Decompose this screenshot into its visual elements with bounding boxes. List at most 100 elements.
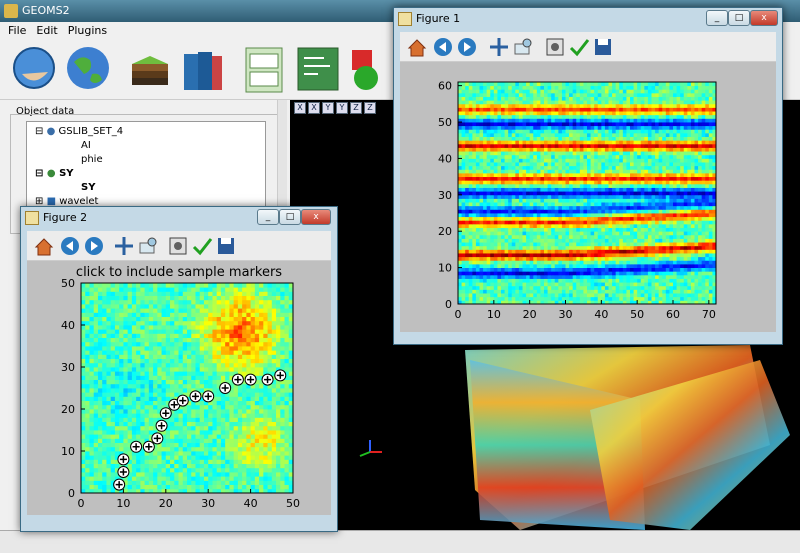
globe-icon[interactable]	[64, 44, 112, 94]
heatmap-cell	[533, 129, 538, 134]
heatmap-cell	[587, 205, 591, 210]
view-x-button[interactable]: X	[308, 102, 320, 114]
forward-arrow-icon[interactable]	[83, 235, 105, 257]
heatmap-cell	[486, 293, 491, 298]
heatmap-cell	[597, 249, 602, 254]
tree-leaf[interactable]: SY	[81, 182, 95, 193]
heatmap-cell	[522, 176, 527, 181]
heatmap-cell	[89, 484, 95, 490]
books-icon[interactable]	[178, 44, 226, 94]
menu-plugins[interactable]: Plugins	[68, 24, 107, 38]
home-icon[interactable]	[406, 36, 428, 58]
view-y-button[interactable]: Y	[336, 102, 348, 114]
save-icon[interactable]	[215, 235, 237, 257]
minimize-button[interactable]: _	[706, 10, 728, 26]
heatmap-cell	[106, 467, 112, 473]
heatmap-cell	[493, 96, 498, 101]
heatmap-cell	[633, 125, 638, 130]
heatmap-cell	[97, 463, 103, 469]
heatmap-cell	[157, 451, 162, 456]
heatmap-cell	[604, 143, 609, 148]
tree-node[interactable]: ⊟ ● GSLIB_SET_4	[35, 126, 123, 137]
heatmap-cell	[569, 267, 574, 272]
heatmap-cell	[590, 293, 595, 298]
menu-file[interactable]: File	[8, 24, 26, 38]
heatmap-cell	[493, 103, 498, 108]
heatmap-cell	[208, 476, 213, 481]
figure2-canvas[interactable]: click to include sample markers 0 10 20 30 4…	[27, 261, 331, 515]
heatmap-cell	[619, 187, 624, 192]
tree-node[interactable]: ⊟ ● SY	[35, 168, 74, 179]
tree-leaf[interactable]: phie	[81, 154, 103, 165]
heatmap-cell	[490, 260, 495, 265]
heatmap-cell	[615, 296, 620, 301]
checkmark-icon[interactable]	[568, 36, 590, 58]
close-button[interactable]: x	[301, 209, 331, 225]
forward-arrow-icon[interactable]	[456, 36, 478, 58]
heatmap-cell	[651, 205, 656, 210]
heatmap-cell	[536, 136, 541, 141]
view-x-button[interactable]: X	[294, 102, 306, 114]
heatmap-cell	[203, 451, 209, 456]
heatmap-cell	[547, 136, 552, 141]
heatmap-cell	[676, 96, 681, 101]
heatmap-cell	[515, 132, 520, 137]
back-arrow-icon[interactable]	[59, 235, 81, 257]
heatmap-cell	[619, 213, 624, 218]
subplots-config-icon[interactable]	[544, 36, 566, 58]
globe-hand-icon[interactable]	[10, 44, 58, 94]
layers-icon[interactable]	[126, 44, 174, 94]
heatmap-cell	[608, 278, 613, 283]
cabinet-icon[interactable]	[240, 44, 288, 94]
heatmap-cell	[583, 205, 588, 210]
heatmap-cell	[619, 249, 624, 254]
close-button[interactable]: x	[750, 10, 778, 26]
heatmap-cell	[490, 129, 495, 134]
heatmap-cell	[483, 103, 488, 108]
heatmap-cell	[619, 231, 624, 236]
heatmap-cell	[594, 285, 599, 290]
minimize-button[interactable]: _	[257, 209, 279, 225]
heatmap-cell	[694, 223, 699, 228]
home-icon[interactable]	[33, 235, 55, 257]
zoom-rect-icon[interactable]	[137, 235, 159, 257]
board-icon[interactable]	[294, 44, 342, 94]
heatmap-cell	[669, 198, 674, 203]
heatmap-cell	[673, 278, 677, 283]
view-y-button[interactable]: Y	[322, 102, 334, 114]
heatmap-cell	[633, 158, 638, 163]
heatmap-cell	[626, 234, 631, 239]
heatmap-cell	[665, 180, 670, 185]
heatmap-cell	[615, 256, 620, 261]
maximize-button[interactable]: □	[279, 209, 301, 225]
heatmap-cell	[551, 92, 556, 97]
view-z-button[interactable]: Z	[350, 102, 362, 114]
shapes-icon[interactable]	[348, 44, 396, 94]
back-arrow-icon[interactable]	[432, 36, 454, 58]
view-z-button[interactable]: Z	[364, 102, 376, 114]
heatmap-cell	[579, 285, 584, 290]
heatmap-cell	[687, 293, 692, 298]
heatmap-cell	[615, 274, 620, 279]
pan-icon[interactable]	[488, 36, 510, 58]
checkmark-icon[interactable]	[191, 235, 213, 257]
pan-icon[interactable]	[113, 235, 135, 257]
save-icon[interactable]	[592, 36, 614, 58]
heatmap-cell	[597, 118, 602, 123]
figure1-canvas[interactable]: 0 10 20 30 40 50 60 70 0 10 20 30 40 50 60	[400, 62, 776, 332]
heatmap-cell	[483, 231, 488, 236]
heatmap-cell	[174, 463, 179, 469]
heatmap-cell	[153, 472, 158, 477]
heatmap-cell	[655, 151, 660, 156]
subplots-config-icon[interactable]	[167, 235, 189, 257]
heatmap-cell	[640, 129, 645, 134]
heatmap-cell	[662, 271, 667, 276]
heatmap-cell	[594, 293, 599, 298]
heatmap-cell	[576, 253, 581, 258]
menu-edit[interactable]: Edit	[36, 24, 57, 38]
maximize-button[interactable]: □	[728, 10, 750, 26]
zoom-rect-icon[interactable]	[512, 36, 534, 58]
tree-leaf[interactable]: AI	[81, 140, 91, 151]
heatmap-cell	[673, 162, 677, 167]
heatmap-cell	[673, 213, 677, 218]
